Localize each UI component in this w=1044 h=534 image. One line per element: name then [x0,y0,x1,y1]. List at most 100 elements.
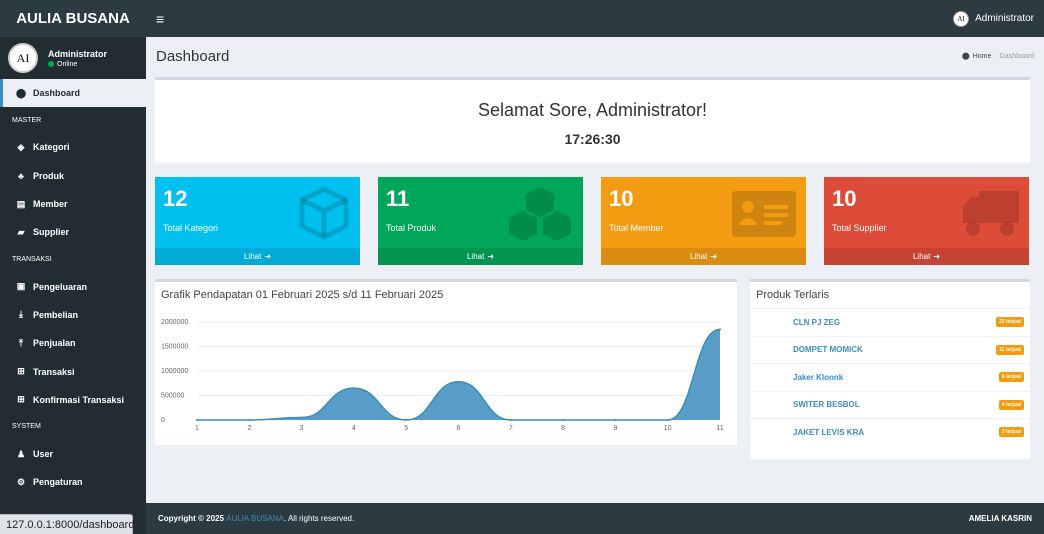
product-name-link[interactable]: JAKET LEVIS KRA [793,428,864,437]
data-point[interactable] [666,419,669,421]
cart-icon: ⊞ [17,394,25,405]
sold-count-badge: 6 terjual [998,372,1024,383]
upload-icon: ⤒ [19,337,23,348]
x-tick-label: 7 [509,425,513,432]
menu-header: MASTER [12,116,42,124]
sidebar-item-pengeluaran[interactable]: ▣ Pengeluaran [0,272,146,300]
product-name-link[interactable]: Jaker Klonnk [793,373,843,382]
sidebar-item-label: Kategori [33,142,70,153]
user-menu[interactable]: AI Administrator [953,10,1034,27]
y-tick-label: 1500000 [161,344,188,351]
sold-count-badge: 3 terjual [998,427,1024,438]
sidebar-item-user[interactable]: ♟ User [0,440,146,468]
x-tick-label: 8 [561,425,565,432]
breadcrumb-home[interactable]: Home [973,53,992,60]
x-tick-label: 6 [457,425,461,432]
list-item: Jaker Klonnk 6 terjual [750,363,1030,391]
data-point[interactable] [248,419,251,421]
stat-box-total-kategori: 12 Total Kategori Lihat ➜ [155,177,360,265]
sidebar-item-pengaturan[interactable]: ⚙ Pengaturan [0,468,146,496]
footer-author: AMELIA KASRIN [968,514,1032,523]
data-point[interactable] [300,416,303,419]
data-point[interactable] [405,419,408,421]
footer-brand-link[interactable]: AULIA BUSANA [226,514,284,523]
stat-more-link[interactable]: Lihat ➜ [601,248,806,265]
stat-more-link[interactable]: Lihat ➜ [155,248,360,265]
list-item: SWITER BESBOL 4 terjual [750,390,1030,419]
stat-value: 10 [609,186,634,211]
data-point[interactable] [457,380,460,383]
cubes-icon: ♣ [18,170,24,181]
sidebar-item-supplier[interactable]: ▰ Supplier [0,218,146,246]
x-tick-label: 5 [404,425,408,432]
product-name-link[interactable]: CLN PJ ZEG [793,318,840,327]
data-point[interactable] [562,419,565,421]
product-name-link[interactable]: SWITER BESBOL [793,400,860,409]
sidebar-item-transaksi[interactable]: ⊞ Transaksi [0,357,146,385]
sidebar-item-konfirmasi-transaksi[interactable]: ⊞ Konfirmasi Transaksi [0,386,146,414]
list-item: DOMPET MOMICK 11 terjual [750,335,1030,364]
sidebar-item-label: Supplier [33,227,70,238]
arrow-circle-right-icon: ➜ [487,252,495,261]
data-point[interactable] [196,419,198,421]
id-card-icon [732,191,796,237]
stat-link-label: Lihat [243,252,262,261]
brand-logo[interactable]: AULIA BUSANA [0,0,146,37]
product-name-link[interactable]: DOMPET MOMICK [793,345,863,354]
sold-count-badge: 23 terjual [996,317,1024,328]
sidebar-item-dashboard[interactable]: ⬤ Dashboard [0,79,146,108]
data-point[interactable] [352,387,355,390]
stat-label: Total Supplier [832,223,887,233]
data-point[interactable] [614,419,617,421]
page-title: Dashboard [156,47,230,65]
menu-header: TRANSAKSI [12,255,52,263]
stat-box-total-supplier: 10 Total Supplier Lihat ➜ [824,177,1029,265]
x-tick-label: 10 [664,425,672,432]
stat-link-label: Lihat [689,252,708,261]
breadcrumb: ⬤ Home › Dashboard [961,52,1034,61]
stat-box-total-produk: 11 Total Produk Lihat ➜ [378,177,583,265]
data-point[interactable] [509,419,512,421]
sidebar-item-produk[interactable]: ♣ Produk [0,162,146,190]
stat-more-link[interactable]: Lihat ➜ [378,248,583,265]
stat-link-label: Lihat [466,252,485,261]
sidebar-item-member[interactable]: ▤ Member [0,190,146,218]
dashboard-icon: ⬤ [961,53,970,60]
online-dot-icon [48,61,54,67]
cube-icon [299,186,349,240]
sidebar-item-label: Pengaturan [33,477,83,488]
dashboard-icon: ⬤ [16,87,27,98]
y-tick-label: 0 [161,417,165,424]
cogs-icon: ⚙ [16,476,26,487]
data-point[interactable] [719,328,721,331]
stat-value: 11 [386,186,410,211]
menu-toggle-icon[interactable]: ≡ [156,11,164,27]
stat-more-link[interactable]: Lihat ➜ [824,248,1029,265]
sidebar-item-label: Penjualan [33,338,76,349]
y-tick-label: 2000000 [161,319,188,326]
best-seller-title: Produk Terlaris [756,289,830,301]
x-tick-label: 11 [716,425,723,432]
x-tick-label: 1 [195,425,199,432]
sidebar-item-label: Produk [33,170,65,181]
cart-icon: ⊞ [17,366,25,377]
x-tick-label: 3 [300,425,304,432]
sidebar-menu: ⬤ Dashboard MASTER ◈ Kategori ♣ Produk ▤ Member ▰… [0,79,146,497]
avatar: AI [953,10,970,27]
truck-icon: ▰ [17,226,25,237]
stat-link-label: Lihat [912,252,931,261]
download-icon: ⤓ [19,309,23,320]
content-header: Dashboard ⬤ Home › Dashboard [146,37,1044,75]
sidebar-item-label: User [33,449,54,460]
sidebar-item-kategori[interactable]: ◈ Kategori [0,133,146,161]
sidebar-item-penjualan[interactable]: ⤒ Penjualan [0,329,146,357]
sidebar-item-pembelian[interactable]: ⤓ Pembelian [0,301,146,329]
list-item: JAKET LEVIS KRA 3 terjual [750,418,1030,446]
chart-title: Grafik Pendapatan 01 Februari 2025 s/d 1… [161,289,444,301]
income-area-series [197,329,720,420]
users-icon: ♟ [16,448,26,459]
stat-label: Total Produk [386,223,437,233]
cubes-icon [509,187,571,241]
greeting-text: Selamat Sore, Administrator! [477,100,708,120]
welcome-box: Selamat Sore, Administrator! 17:26:30 [155,77,1030,163]
